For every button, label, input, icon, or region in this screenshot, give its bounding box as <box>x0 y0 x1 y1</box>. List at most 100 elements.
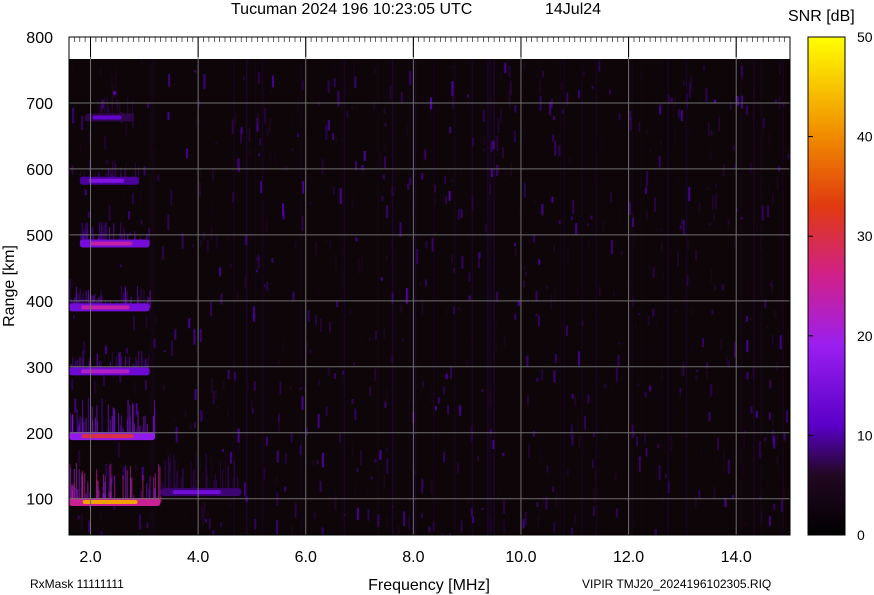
noise-streak <box>685 59 688 535</box>
noise-mark <box>267 128 269 137</box>
noise-mark <box>749 94 752 100</box>
file-label: VIPIR TMJ20_2024196102305.RIQ <box>582 577 771 591</box>
noise-mark <box>712 212 715 221</box>
noise-mark <box>403 511 406 526</box>
noise-mark <box>555 492 558 508</box>
noise-mark <box>243 482 246 497</box>
noise-mark <box>746 315 748 322</box>
noise-mark <box>495 342 498 352</box>
noise-mark <box>604 384 607 388</box>
noise-mark <box>716 437 719 451</box>
noise-mark <box>216 406 219 409</box>
noise-mark <box>188 311 191 318</box>
noise-mark <box>193 250 196 256</box>
noise-mark <box>220 311 223 327</box>
noise-mark <box>249 149 252 158</box>
noise-mark <box>510 249 513 252</box>
trace-core-E-echo-4 <box>81 305 130 310</box>
noise-mark <box>584 415 587 430</box>
noise-mark <box>193 328 196 345</box>
noise-mark <box>78 450 81 466</box>
noise-mark <box>332 132 335 141</box>
noise-mark <box>481 507 484 511</box>
y-tick-labels: 100 200 300 400 500 600 700 800 <box>26 30 53 509</box>
noise-mark <box>679 225 682 230</box>
noise-mark <box>722 164 725 176</box>
noise-mark <box>696 369 699 373</box>
noise-mark <box>755 410 758 418</box>
noise-mark <box>271 75 274 88</box>
noise-mark <box>697 249 700 255</box>
noise-mark <box>168 74 171 87</box>
noise-mark <box>442 385 445 396</box>
noise-mark <box>582 71 585 77</box>
noise-mark <box>458 307 461 311</box>
noise-mark <box>374 368 376 381</box>
noise-mark <box>615 367 618 382</box>
noise-mark <box>620 250 623 256</box>
noise-mark <box>467 499 470 505</box>
noise-mark <box>256 112 259 125</box>
noise-mark <box>162 384 165 391</box>
noise-mark <box>649 385 652 392</box>
trace-spread-E-echo-1-extension <box>164 460 166 493</box>
noise-mark <box>576 287 579 296</box>
noise-mark <box>79 197 82 205</box>
noise-mark <box>460 209 463 218</box>
noise-mark <box>88 520 90 533</box>
noise-mark <box>767 514 770 526</box>
noise-mark <box>450 367 452 379</box>
noise-mark <box>502 147 504 158</box>
noise-mark <box>682 220 685 235</box>
noise-streak <box>254 59 257 535</box>
noise-mark <box>313 512 316 519</box>
noise-mark <box>354 408 357 421</box>
noise-mark <box>384 156 386 169</box>
noise-mark <box>535 313 538 317</box>
noise-mark <box>79 142 82 152</box>
noise-mark <box>568 234 571 244</box>
noise-mark <box>422 153 425 163</box>
noise-mark <box>301 515 304 526</box>
noise-mark <box>773 503 776 511</box>
noise-mark <box>644 391 647 398</box>
noise-mark <box>227 236 230 241</box>
noise-mark <box>146 102 149 109</box>
noise-mark <box>530 361 533 366</box>
noise-streak <box>667 59 669 535</box>
noise-mark <box>541 369 544 381</box>
noise-mark <box>715 193 718 210</box>
noise-mark <box>572 199 575 215</box>
noise-mark <box>333 63 336 76</box>
noise-mark <box>140 525 143 530</box>
noise-mark <box>457 405 460 411</box>
noise-mark <box>677 174 680 186</box>
noise-mark <box>682 295 685 308</box>
noise-streak <box>655 59 657 535</box>
noise-mark <box>669 246 672 260</box>
noise-mark <box>139 190 142 207</box>
noise-mark <box>257 254 260 269</box>
noise-mark <box>202 232 205 240</box>
noise-mark <box>661 365 663 382</box>
noise-mark <box>723 461 726 474</box>
noise-mark <box>290 431 293 443</box>
noise-mark <box>578 351 580 366</box>
noise-mark <box>133 316 135 331</box>
noise-mark <box>212 390 215 405</box>
noise-mark <box>495 468 498 475</box>
noise-mark <box>356 467 359 473</box>
noise-mark <box>252 306 255 322</box>
noise-mark <box>711 310 714 315</box>
noise-mark <box>497 117 500 133</box>
trace-spread-E-echo-2 <box>101 398 103 436</box>
noise-mark <box>222 380 225 390</box>
noise-mark <box>620 166 623 171</box>
noise-mark <box>541 204 544 215</box>
noise-mark <box>532 430 535 437</box>
noise-mark <box>216 234 218 249</box>
noise-mark <box>229 504 231 507</box>
noise-mark <box>733 341 736 358</box>
noise-mark <box>599 141 602 148</box>
noise-mark <box>379 450 382 460</box>
